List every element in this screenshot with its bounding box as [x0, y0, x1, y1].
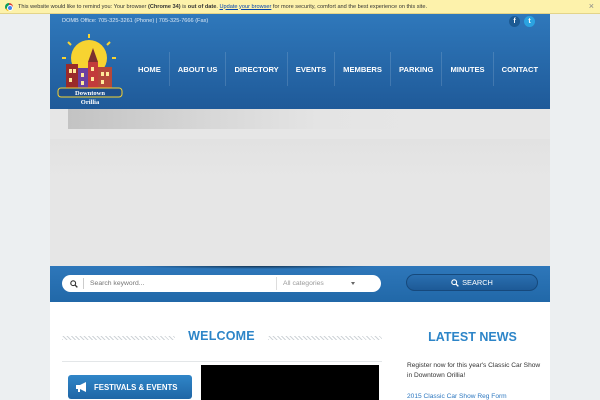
search-button[interactable]: SEARCH — [406, 274, 538, 291]
nav-contact[interactable]: CONTACT — [492, 52, 547, 86]
search-input[interactable] — [90, 276, 277, 291]
facebook-icon[interactable]: f — [509, 16, 520, 27]
logo-text-downtown: Downtown — [75, 90, 105, 97]
nav-directory[interactable]: DIRECTORY — [225, 52, 286, 86]
nav-parking[interactable]: PARKING — [389, 52, 441, 86]
update-browser-version: (Chrome 34) — [147, 3, 181, 10]
news-item-link[interactable]: 2015 Classic Car Show Reg Form — [407, 393, 507, 400]
category-select[interactable]: All categories — [276, 277, 376, 290]
nav-about-us[interactable]: ABOUT US — [168, 52, 226, 86]
update-text-is: is — [182, 3, 187, 10]
search-icon — [70, 279, 78, 288]
site-header: DOMB Office: 705-325-3261 (Phone) | 705-… — [50, 14, 550, 109]
chrome-icon — [5, 3, 13, 11]
browser-update-bar: This website would like to remind you: Y… — [0, 0, 600, 14]
nav-minutes[interactable]: MINUTES — [441, 52, 492, 86]
search-band-shadow — [130, 266, 380, 269]
logo-text-orillia: Orillia — [81, 99, 100, 106]
update-text-post: for more security, comfort and the best … — [272, 3, 427, 10]
festivals-events-label: FESTIVALS & EVENTS — [94, 382, 178, 392]
megaphone-icon — [76, 382, 86, 392]
news-item-text: Register now for this year's Classic Car… — [407, 362, 541, 379]
nav-events[interactable]: EVENTS — [286, 52, 334, 86]
search-divider — [83, 278, 84, 289]
welcome-rule-left — [62, 336, 175, 340]
hero-image-fade — [50, 139, 550, 179]
hero-slider[interactable] — [50, 109, 550, 266]
update-browser-link[interactable]: Update your browser — [219, 4, 271, 10]
section-divider — [62, 361, 382, 362]
category-selected: All categories — [283, 280, 324, 287]
search-button-label: SEARCH — [462, 278, 493, 287]
search-box: All categories — [62, 275, 381, 292]
chevron-down-icon — [351, 282, 355, 285]
nav-members[interactable]: MEMBERS — [334, 52, 390, 86]
update-text-pre: This website would like to remind you: Y… — [18, 3, 147, 10]
twitter-icon[interactable]: t — [524, 16, 535, 27]
festivals-events-button[interactable]: FESTIVALS & EVENTS — [68, 375, 192, 399]
search-band: All categories SEARCH — [50, 266, 550, 302]
hero-image-streak — [68, 109, 428, 129]
welcome-title: WELCOME — [188, 329, 255, 343]
update-text-period: . — [216, 3, 218, 10]
update-status: out of date — [187, 3, 217, 10]
nav-home[interactable]: HOME — [130, 52, 169, 86]
main-nav: HOME ABOUT US DIRECTORY EVENTS MEMBERS P… — [130, 52, 546, 86]
video-player[interactable] — [201, 365, 379, 400]
close-icon[interactable]: × — [589, 1, 594, 11]
search-button-icon — [451, 278, 459, 287]
office-contact: DOMB Office: 705-325-3261 (Phone) | 705-… — [62, 18, 209, 24]
welcome-rule-right — [268, 336, 382, 340]
downtown-orillia-logo[interactable]: Downtown Orillia — [56, 34, 124, 106]
latest-news-title: LATEST NEWS — [428, 330, 517, 344]
